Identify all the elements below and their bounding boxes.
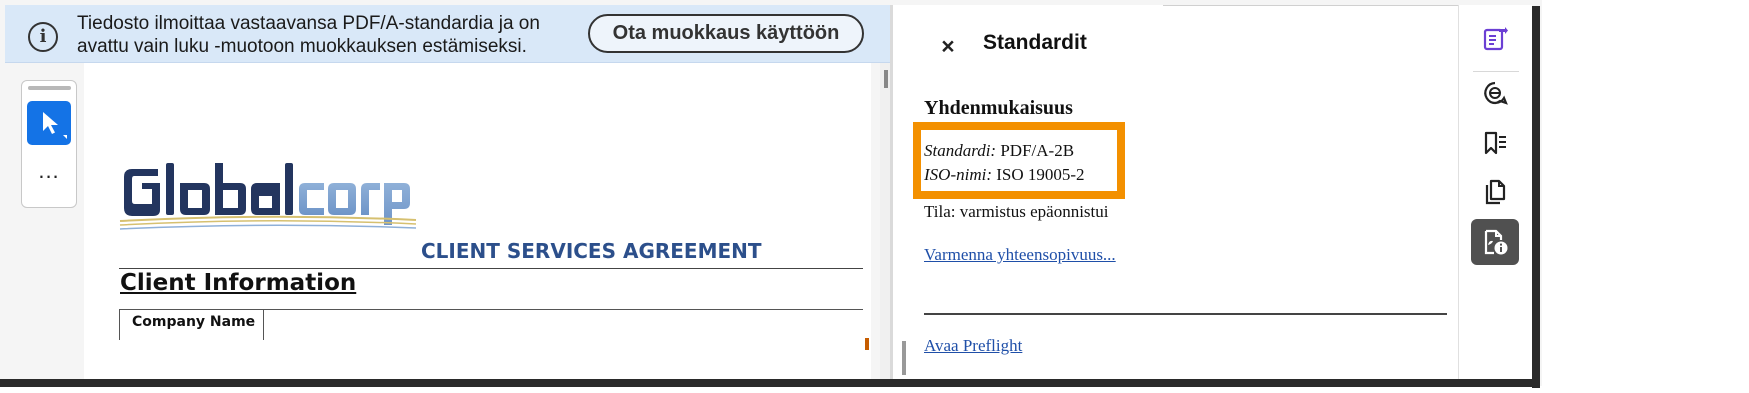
comment-icon: [1484, 81, 1508, 105]
read-only-banner: i Tiedosto ilmoittaa vastaavansa PDF/A-s…: [5, 5, 890, 63]
open-preflight-link[interactable]: Avaa Preflight: [924, 336, 1022, 356]
banner-message: Tiedosto ilmoittaa vastaavansa PDF/A-sta…: [77, 13, 540, 57]
document-page: CLIENT SERVICES AGREEMENT Client Informa…: [84, 63, 871, 379]
pages-icon: [1485, 179, 1506, 205]
more-tools-button[interactable]: ...: [27, 160, 71, 191]
bookmarks-button[interactable]: [1471, 120, 1519, 166]
panel-title: Standardit: [983, 31, 1087, 54]
enable-editing-button[interactable]: Ota muokkaus käyttöön: [588, 14, 864, 53]
panel-divider: [924, 313, 1447, 315]
agreement-title: CLIENT SERVICES AGREEMENT: [421, 239, 762, 263]
highlight-box: [913, 122, 1125, 199]
document-view[interactable]: CLIENT SERVICES AGREEMENT Client Informa…: [84, 63, 871, 379]
quick-tools-toolbar: ...: [21, 80, 77, 208]
company-name-cell: Company Name: [119, 310, 264, 340]
select-tool-button[interactable]: [27, 101, 71, 145]
info-icon: i: [28, 22, 58, 52]
edit-pdf-button[interactable]: [1471, 16, 1519, 62]
standards-icon: [1484, 229, 1508, 255]
globalcorp-logo: [119, 163, 417, 230]
close-panel-button[interactable]: ×: [935, 33, 961, 59]
right-tool-rail: [1458, 5, 1532, 379]
panel-top-border: [1163, 5, 1463, 6]
panel-scroll-thumb[interactable]: [902, 341, 906, 375]
standards-button[interactable]: [1471, 219, 1519, 265]
conformance-heading: Yhdenmukaisuus: [924, 97, 1073, 119]
pages-button[interactable]: [1471, 169, 1519, 215]
window-shadow-right: [1532, 6, 1540, 388]
edit-pdf-icon: [1483, 27, 1508, 51]
document-edge-marker: [865, 338, 869, 350]
select-tool-icon: [43, 112, 67, 139]
window-shadow-bottom: [0, 379, 1540, 387]
standards-panel: × Standardit Yhdenmukaisuus Standardi: P…: [893, 5, 1463, 379]
document-scroll-thumb[interactable]: [884, 70, 888, 88]
comment-button[interactable]: [1471, 70, 1519, 116]
client-information-heading: Client Information: [120, 270, 357, 296]
title-rule: [119, 268, 863, 269]
toolbar-grip[interactable]: [28, 86, 71, 90]
status-line: Tila: varmistus epäonnistui: [924, 202, 1109, 221]
verify-conformance-link[interactable]: Varmenna yhteensopivuus...: [924, 245, 1116, 265]
bookmarks-icon: [1484, 131, 1506, 155]
